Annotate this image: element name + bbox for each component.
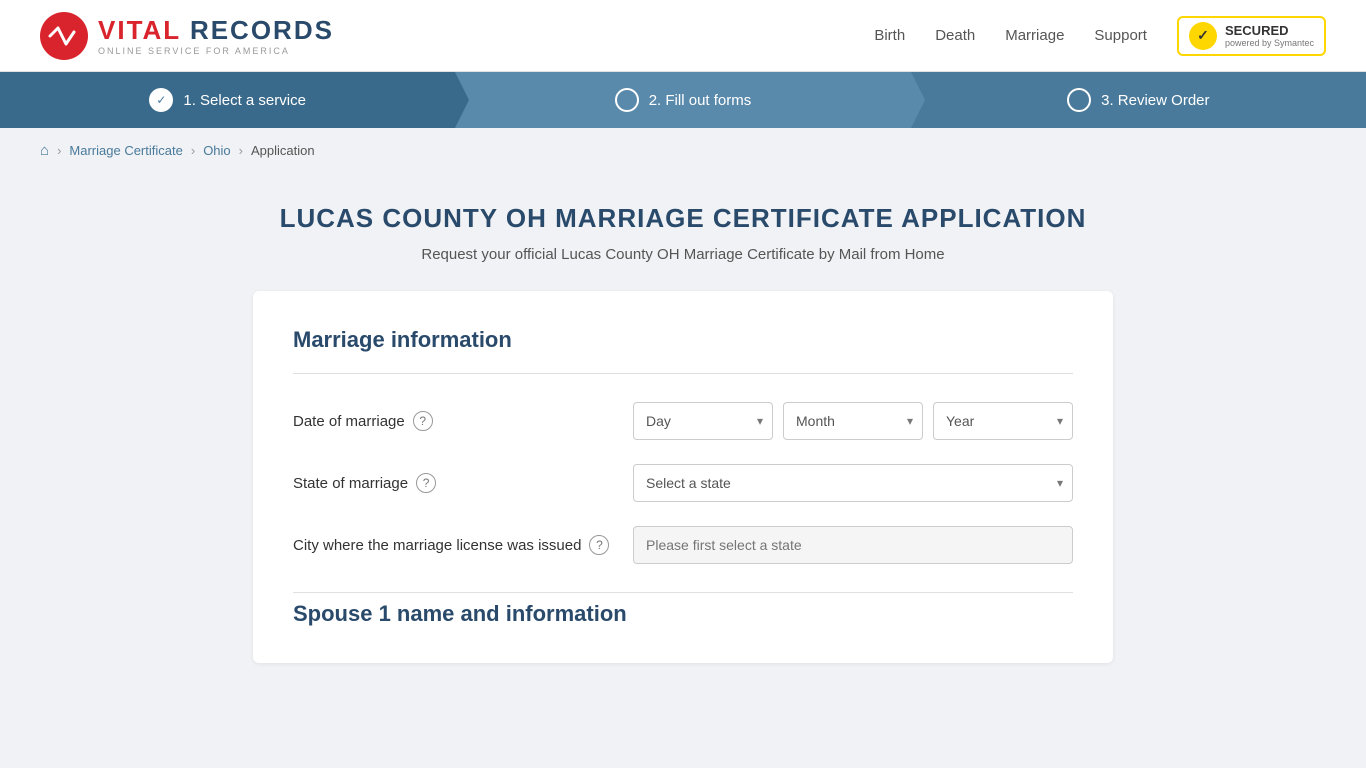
state-label-area: State of marriage ?	[293, 473, 613, 493]
city-inputs	[633, 526, 1073, 564]
page-title: LUCAS COUNTY OH MARRIAGE CERTIFICATE APP…	[253, 203, 1113, 234]
progress-bar: ✓ 1. Select a service 2. Fill out forms …	[0, 72, 1366, 128]
state-select[interactable]: Select a state AlabamaAlaskaArizonaArkan…	[633, 464, 1073, 502]
state-of-marriage-row: State of marriage ? Select a state Alaba…	[293, 464, 1073, 502]
step2-circle	[615, 88, 639, 112]
norton-badge: ✓ SECURED powered by Symantec	[1177, 16, 1326, 56]
step1-circle: ✓	[149, 88, 173, 112]
year-select-wrapper: Year 20242023202220212020201920182017201…	[933, 402, 1073, 440]
section2-title: Spouse 1 name and information	[293, 601, 1073, 627]
page-subtitle: Request your official Lucas County OH Ma…	[253, 246, 1113, 263]
step3-circle	[1067, 88, 1091, 112]
brand-name: VITAL RECORDS	[98, 15, 334, 46]
breadcrumb-sep-2: ›	[191, 143, 195, 158]
logo-text: VITAL RECORDS ONLINE SERVICE FOR AMERICA	[98, 15, 334, 56]
breadcrumb-application: Application	[251, 143, 315, 158]
city-row: City where the marriage license was issu…	[293, 526, 1073, 564]
progress-step-1: ✓ 1. Select a service	[0, 72, 455, 128]
logo-icon	[40, 12, 88, 60]
state-inputs: Select a state AlabamaAlaskaArizonaArkan…	[633, 464, 1073, 502]
year-select[interactable]: Year 20242023202220212020201920182017201…	[933, 402, 1073, 440]
nav-support[interactable]: Support	[1094, 27, 1147, 44]
header: VITAL RECORDS ONLINE SERVICE FOR AMERICA…	[0, 0, 1366, 72]
nav-marriage[interactable]: Marriage	[1005, 27, 1064, 44]
day-select-wrapper: Day 123456789101112131415161718192021222…	[633, 402, 773, 440]
norton-secured-label: SECURED	[1225, 23, 1314, 38]
state-select-wrapper: Select a state AlabamaAlaskaArizonaArkan…	[633, 464, 1073, 502]
progress-step-2: 2. Fill out forms	[455, 72, 910, 128]
date-of-marriage-row: Date of marriage ? Day 12345678910111213…	[293, 402, 1073, 440]
logo-subtitle: ONLINE SERVICE FOR AMERICA	[98, 46, 334, 56]
progress-step-3: 3. Review Order	[911, 72, 1366, 128]
section-divider-2	[293, 592, 1073, 593]
date-help-icon[interactable]: ?	[413, 411, 433, 431]
step3-label: 3. Review Order	[1101, 92, 1209, 109]
norton-text: SECURED powered by Symantec	[1225, 23, 1314, 48]
section1-title: Marriage information	[293, 327, 1073, 353]
main-content: LUCAS COUNTY OH MARRIAGE CERTIFICATE APP…	[233, 203, 1133, 663]
vital-text: VITAL	[98, 15, 181, 45]
day-select[interactable]: Day 123456789101112131415161718192021222…	[633, 402, 773, 440]
city-input[interactable]	[633, 526, 1073, 564]
step1-label: 1. Select a service	[183, 92, 306, 109]
nav-birth[interactable]: Birth	[874, 27, 905, 44]
city-label: City where the marriage license was issu…	[293, 537, 581, 554]
step1-arrow	[455, 72, 469, 128]
date-label-area: Date of marriage ?	[293, 411, 613, 431]
logo-area: VITAL RECORDS ONLINE SERVICE FOR AMERICA	[40, 12, 334, 60]
step2-arrow	[911, 72, 925, 128]
date-label: Date of marriage	[293, 413, 405, 430]
month-select[interactable]: Month JanuaryFebruaryMarchAprilMayJuneJu…	[783, 402, 923, 440]
city-label-area: City where the marriage license was issu…	[293, 535, 613, 555]
breadcrumb-ohio[interactable]: Ohio	[203, 143, 230, 158]
state-label: State of marriage	[293, 475, 408, 492]
breadcrumb-sep-1: ›	[57, 143, 61, 158]
norton-check-icon: ✓	[1189, 22, 1217, 50]
month-select-wrapper: Month JanuaryFebruaryMarchAprilMayJuneJu…	[783, 402, 923, 440]
breadcrumb-marriage-certificate[interactable]: Marriage Certificate	[69, 143, 182, 158]
breadcrumb-sep-3: ›	[239, 143, 243, 158]
date-inputs: Day 123456789101112131415161718192021222…	[633, 402, 1073, 440]
records-text: RECORDS	[181, 15, 334, 45]
city-help-icon[interactable]: ?	[589, 535, 609, 555]
form-card: Marriage information Date of marriage ? …	[253, 291, 1113, 663]
state-help-icon[interactable]: ?	[416, 473, 436, 493]
breadcrumb: ⌂ › Marriage Certificate › Ohio › Applic…	[0, 128, 1366, 173]
step2-label: 2. Fill out forms	[649, 92, 752, 109]
nav-death[interactable]: Death	[935, 27, 975, 44]
norton-powered-label: powered by Symantec	[1225, 38, 1314, 48]
home-icon[interactable]: ⌂	[40, 142, 49, 159]
section-divider-1	[293, 373, 1073, 374]
nav-area: Birth Death Marriage Support ✓ SECURED p…	[874, 16, 1326, 56]
